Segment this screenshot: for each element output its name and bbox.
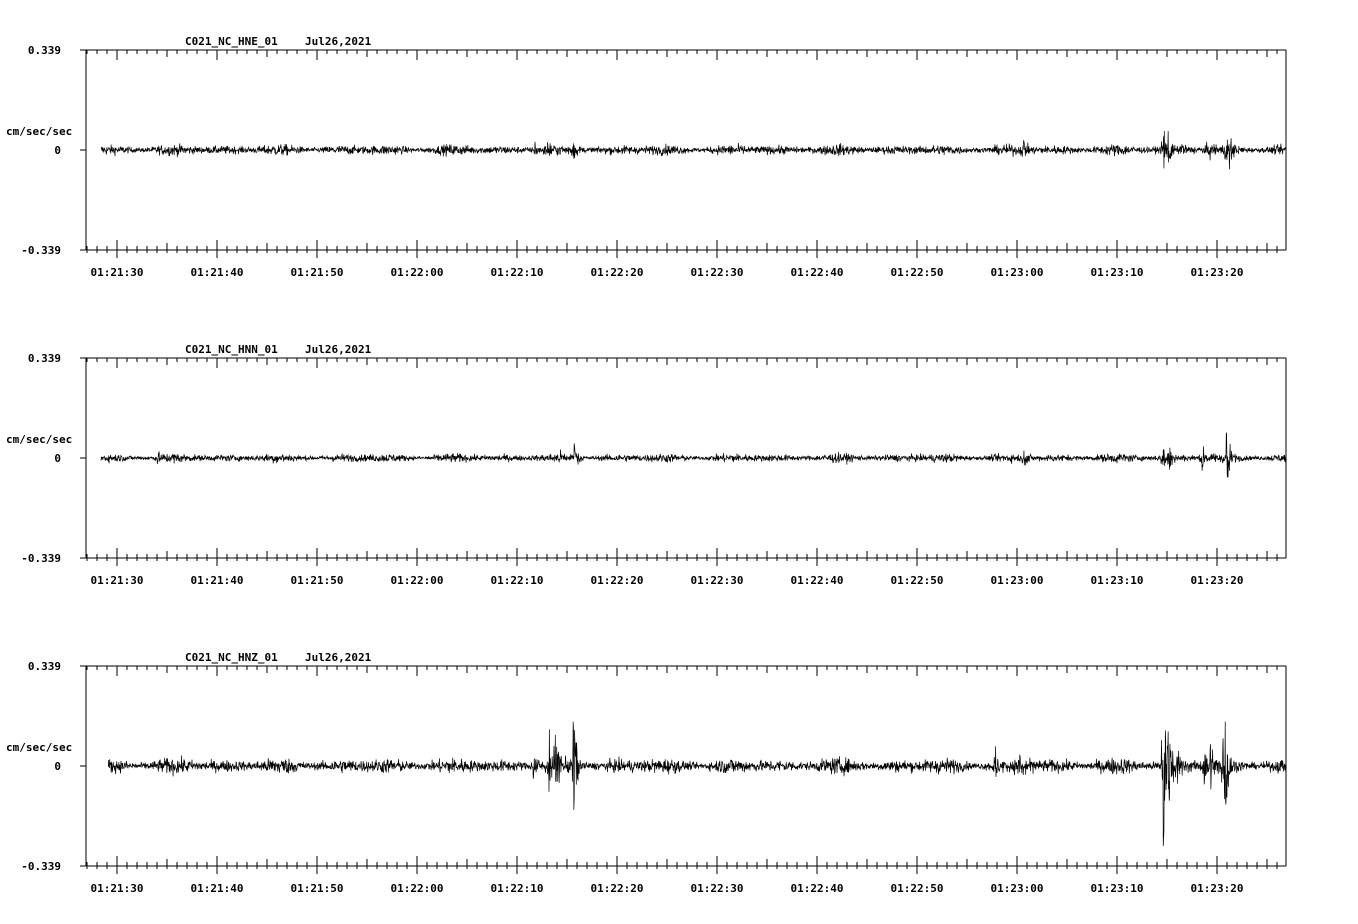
x-tick-label: 01:23:00 — [991, 266, 1044, 279]
x-tick-label: 01:22:50 — [891, 574, 944, 587]
x-tick-label: 01:22:30 — [691, 882, 744, 895]
chart-date: Jul26,2021 — [305, 651, 372, 664]
channel-title: C021_NC_HNE_01 — [185, 35, 278, 48]
x-tick-label: 01:21:50 — [291, 574, 344, 587]
x-tick-label: 01:22:50 — [891, 882, 944, 895]
y-axis-label: cm/sec/sec — [6, 741, 72, 754]
x-tick-label: 01:21:40 — [191, 574, 244, 587]
y-tick-label: 0.339 — [28, 660, 61, 673]
x-tick-label: 01:22:40 — [791, 882, 844, 895]
x-tick-label: 01:23:10 — [1091, 574, 1144, 587]
x-tick-label: 01:21:40 — [191, 882, 244, 895]
x-tick-label: 01:22:20 — [591, 266, 644, 279]
x-tick-label: 01:22:40 — [791, 266, 844, 279]
x-tick-label: 01:22:30 — [691, 266, 744, 279]
channel-title: C021_NC_HNN_01 — [185, 343, 278, 356]
waveform-trace — [108, 722, 1286, 846]
x-tick-label: 01:22:20 — [591, 882, 644, 895]
y-axis-label: cm/sec/sec — [6, 433, 72, 446]
x-tick-label: 01:21:30 — [91, 266, 144, 279]
panel-C021_NC_HNE_01: 01:21:30 01:21:40 01:21:50 01:22:00 01:22:10… — [6, 35, 1286, 279]
y-tick-label: 0.339 — [28, 44, 61, 57]
y-tick-label: -0.339 — [21, 552, 61, 565]
x-tick-label: 01:21:30 — [91, 574, 144, 587]
x-tick-label: 01:22:00 — [391, 574, 444, 587]
x-tick-label: 01:23:20 — [1191, 574, 1244, 587]
x-tick-label: 01:22:00 — [391, 266, 444, 279]
x-tick-label: 01:23:00 — [991, 574, 1044, 587]
y-tick-label: 0 — [54, 452, 61, 465]
x-tick-label: 01:21:50 — [291, 266, 344, 279]
y-axis-label: cm/sec/sec — [6, 125, 72, 138]
x-tick-label: 01:22:10 — [491, 574, 544, 587]
panel-C021_NC_HNN_01: 01:21:30 01:21:40 01:21:50 01:22:00 01:22:10… — [6, 343, 1286, 587]
x-tick-label: 01:22:20 — [591, 574, 644, 587]
x-tick-label: 01:23:20 — [1191, 882, 1244, 895]
x-tick-label: 01:23:20 — [1191, 266, 1244, 279]
waveform-trace — [101, 131, 1286, 169]
seismogram-figure: 01:21:30 01:21:40 01:21:50 01:22:00 01:22:10… — [0, 0, 1358, 924]
x-tick-label: 01:22:40 — [791, 574, 844, 587]
x-tick-label: 01:21:50 — [291, 882, 344, 895]
x-tick-label: 01:22:30 — [691, 574, 744, 587]
waveform-trace — [101, 433, 1286, 478]
channel-title: C021_NC_HNZ_01 — [185, 651, 278, 664]
x-tick-label: 01:22:50 — [891, 266, 944, 279]
chart-date: Jul26,2021 — [305, 343, 372, 356]
x-tick-label: 01:23:10 — [1091, 882, 1144, 895]
x-tick-label: 01:21:40 — [191, 266, 244, 279]
y-tick-label: 0 — [54, 760, 61, 773]
chart-date: Jul26,2021 — [305, 35, 372, 48]
y-tick-label: -0.339 — [21, 244, 61, 257]
x-tick-label: 01:23:00 — [991, 882, 1044, 895]
panel-C021_NC_HNZ_01: 01:21:30 01:21:40 01:21:50 01:22:00 01:22:10… — [6, 651, 1286, 895]
x-tick-label: 01:21:30 — [91, 882, 144, 895]
x-tick-label: 01:23:10 — [1091, 266, 1144, 279]
x-tick-label: 01:22:10 — [491, 882, 544, 895]
y-tick-label: 0 — [54, 144, 61, 157]
x-tick-label: 01:22:10 — [491, 266, 544, 279]
x-tick-label: 01:22:00 — [391, 882, 444, 895]
y-tick-label: -0.339 — [21, 860, 61, 873]
y-tick-label: 0.339 — [28, 352, 61, 365]
